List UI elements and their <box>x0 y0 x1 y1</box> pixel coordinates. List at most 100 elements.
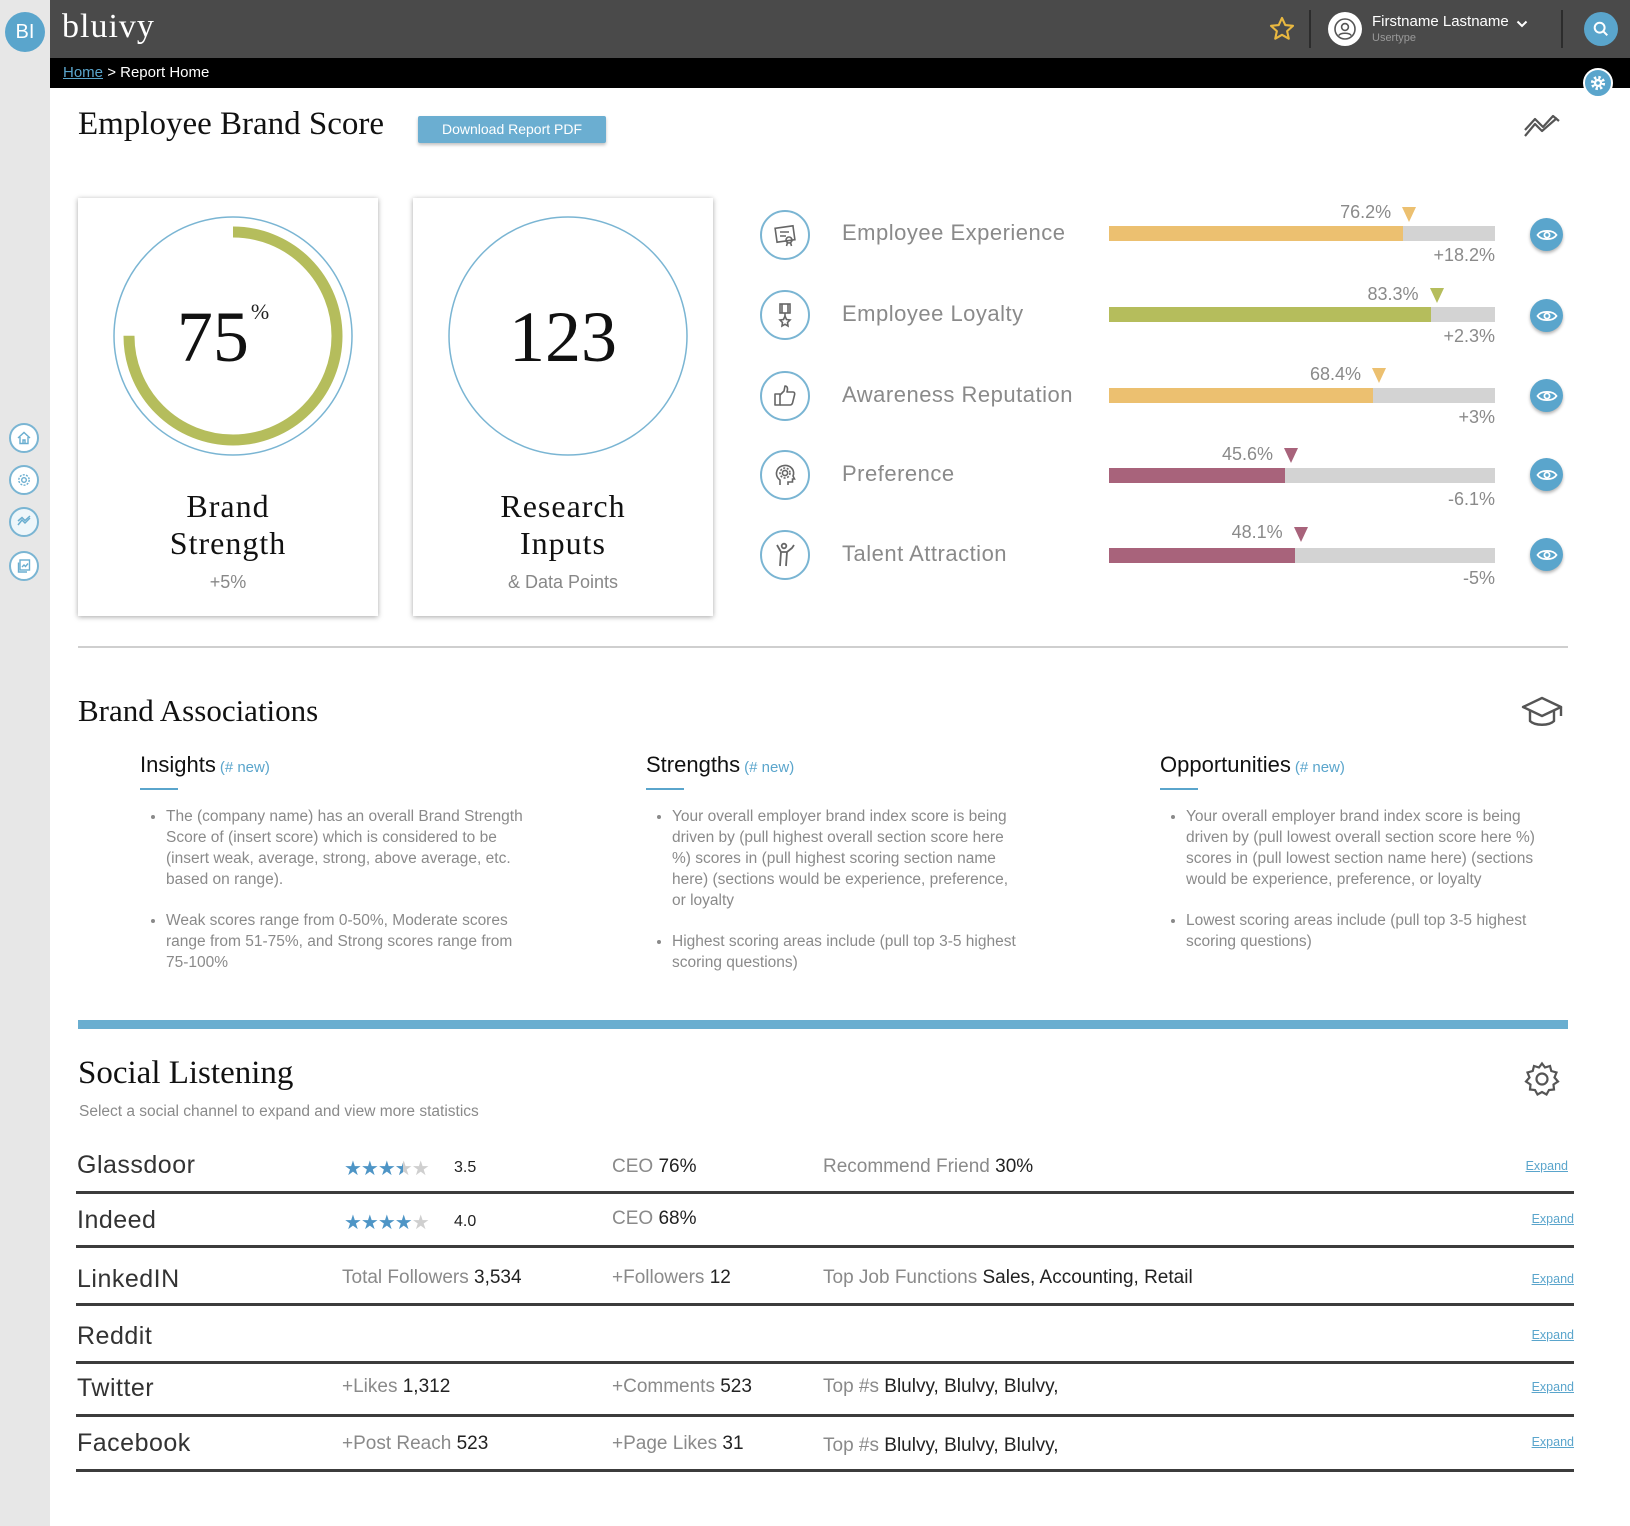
metric-change: +18.2% <box>1433 245 1495 265</box>
trend-chart-icon[interactable] <box>1522 112 1562 142</box>
brand-logo[interactable]: bluivy <box>62 8 155 46</box>
stat-label: +Page Likes <box>612 1433 718 1454</box>
research-inputs-card[interactable]: 123 Research Inputs & Data Points <box>413 198 713 616</box>
stat-value: 523 <box>720 1376 752 1397</box>
chevron-down-icon[interactable] <box>1515 17 1529 31</box>
opportunities-new-count[interactable]: (# new) <box>1295 759 1345 776</box>
metric-indicator-icon <box>1402 207 1417 222</box>
search-icon[interactable] <box>1584 12 1618 46</box>
metric-value: 76.2% <box>1340 202 1392 222</box>
nav-home-icon[interactable] <box>9 423 39 453</box>
social-row-reddit[interactable]: Reddit Expand <box>76 1306 1574 1364</box>
stat-value: 523 <box>456 1433 489 1454</box>
stat-cell: Total Followers 3,534 <box>342 1267 522 1289</box>
opportunities-heading: Opportunities <box>1160 752 1291 777</box>
strengths-new-count[interactable]: (# new) <box>744 759 794 776</box>
breadcrumb-home-link[interactable]: Home <box>63 64 103 81</box>
opportunities-column: Opportunities(# new) Your overall employ… <box>1160 752 1560 972</box>
person-walking-icon <box>760 530 810 580</box>
brand-strength-value: 75 <box>176 297 249 377</box>
metric-indicator-icon <box>1284 448 1299 463</box>
stat-value: 68% <box>658 1208 697 1229</box>
expand-link[interactable]: Expand <box>1532 1435 1574 1449</box>
nav-reports-icon[interactable] <box>9 507 39 537</box>
brand-strength-change: +5% <box>209 572 247 592</box>
brand-strength-title-line1: Brand <box>186 488 270 524</box>
stat-value: 31 <box>722 1433 744 1454</box>
insights-new-count[interactable]: (# new) <box>220 759 270 776</box>
stat-cell: Recommend Friend 30% <box>823 1156 1033 1178</box>
settings-gear-button[interactable] <box>1583 68 1613 98</box>
user-name[interactable]: Firstname Lastname <box>1372 13 1509 30</box>
stat-value: Blulvy, Blulvy, Blulvy, <box>884 1435 1059 1456</box>
topbar-divider <box>1561 10 1563 48</box>
stat-value: 76% <box>658 1156 697 1177</box>
stat-cell: Top #s Blulvy, Blulvy, Blulvy, <box>823 1435 1058 1457</box>
metric-change: +2.3% <box>1443 326 1495 346</box>
user-avatar[interactable] <box>1328 12 1362 46</box>
metric-bar-fill <box>1109 307 1431 322</box>
stat-cell: +Comments 523 <box>612 1376 752 1398</box>
star-rating-icon: ★★★★★★ <box>344 1158 430 1180</box>
nav-documents-icon[interactable] <box>9 551 39 581</box>
social-row-glassdoor[interactable]: Glassdoor ★★★★★★ 3.5 CEO 76% Recommend F… <box>76 1143 1574 1194</box>
rating-value: 3.5 <box>454 1159 477 1176</box>
metric-value: 83.3% <box>1367 284 1419 304</box>
expand-link[interactable]: Expand <box>1532 1380 1574 1394</box>
stat-cell: +Likes 1,312 <box>342 1376 450 1398</box>
strengths-column: Strengths(# new) Your overall employer b… <box>646 752 1026 993</box>
metric-indicator-icon <box>1372 368 1387 383</box>
topbar-divider <box>1309 10 1311 48</box>
social-row-facebook[interactable]: Facebook +Post Reach 523 +Page Likes 31 … <box>76 1417 1574 1472</box>
favorite-star-icon[interactable] <box>1268 15 1296 43</box>
view-eye-icon[interactable] <box>1530 299 1563 332</box>
gear-icon[interactable] <box>1523 1060 1561 1098</box>
heading-underline <box>646 788 684 790</box>
heading-underline <box>140 788 178 790</box>
insights-list: The (company name) has an overall Brand … <box>140 806 530 973</box>
metric-bar-fill <box>1109 548 1295 563</box>
metric-label: Employee Loyalty <box>842 301 1024 326</box>
thumbs-up-icon <box>760 371 810 421</box>
stat-value: Blulvy, Blulvy, Blulvy, <box>884 1376 1059 1397</box>
metric-label: Talent Attraction <box>842 541 1008 566</box>
metric-bar-fill <box>1109 226 1404 241</box>
research-inputs-title-line2: Inputs <box>520 525 606 561</box>
nav-settings-icon[interactable] <box>9 465 39 495</box>
view-eye-icon[interactable] <box>1530 458 1563 491</box>
social-row-twitter[interactable]: Twitter +Likes 1,312 +Comments 523 Top #… <box>76 1364 1574 1417</box>
download-report-button[interactable]: Download Report PDF <box>418 116 606 143</box>
award-ribbon-icon <box>760 290 810 340</box>
research-inputs-title-line1: Research <box>500 488 626 524</box>
section-divider <box>78 646 1568 648</box>
expand-link[interactable]: Expand <box>1532 1328 1574 1342</box>
stat-label: CEO <box>612 1208 654 1229</box>
list-item: Weak scores range from 0-50%, Moderate s… <box>166 910 530 973</box>
opportunities-list: Your overall employer brand index score … <box>1160 806 1560 952</box>
social-row-linkedin[interactable]: LinkedIN Total Followers 3,534 +Follower… <box>76 1248 1574 1306</box>
metric-change: +3% <box>1458 407 1495 427</box>
app-logo-badge[interactable]: BI <box>5 12 45 52</box>
expand-link[interactable]: Expand <box>1526 1159 1568 1173</box>
stat-value: 12 <box>709 1267 731 1288</box>
view-eye-icon[interactable] <box>1530 218 1563 251</box>
social-row-indeed[interactable]: Indeed ★★★★★ 4.0 CEO 68% Expand <box>76 1194 1574 1248</box>
graduation-cap-icon[interactable] <box>1520 692 1564 732</box>
stat-label: CEO <box>612 1156 654 1177</box>
metric-value: 48.1% <box>1231 522 1283 542</box>
brand-strength-card[interactable]: 75% Brand Strength +5% <box>78 198 378 616</box>
expand-link[interactable]: Expand <box>1532 1272 1574 1286</box>
view-eye-icon[interactable] <box>1530 538 1563 571</box>
list-item: Your overall employer brand index score … <box>1186 806 1560 890</box>
expand-link[interactable]: Expand <box>1532 1212 1574 1226</box>
top-bar: bluivy Firstname Lastname Usertype <box>50 0 1630 58</box>
list-item: The (company name) has an overall Brand … <box>166 806 530 890</box>
research-inputs-value: 123 <box>509 297 617 377</box>
left-rail: BI <box>0 0 50 1526</box>
user-type: Usertype <box>1372 32 1417 44</box>
stat-label: Total Followers <box>342 1267 469 1288</box>
brand-strength-unit: % <box>250 299 270 324</box>
view-eye-icon[interactable] <box>1530 379 1563 412</box>
breadcrumb-bar: Home > Report Home <box>50 58 1630 88</box>
metric-bar <box>1109 548 1495 563</box>
